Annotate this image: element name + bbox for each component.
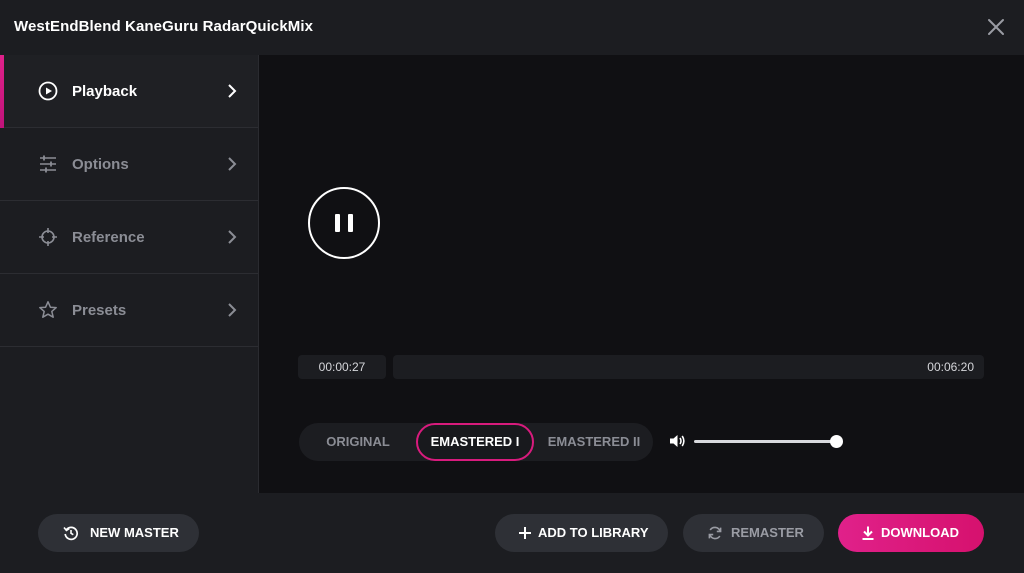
close-button[interactable] bbox=[986, 17, 1006, 37]
download-label: DOWNLOAD bbox=[881, 525, 959, 540]
new-master-button[interactable]: NEW MASTER bbox=[38, 514, 199, 552]
volume-slider[interactable] bbox=[694, 435, 843, 448]
sidebar-item-playback[interactable]: Playback bbox=[0, 55, 258, 128]
sidebar-item-label: Playback bbox=[72, 83, 138, 100]
waveform-bars bbox=[393, 130, 981, 314]
version-emastered-1-button[interactable]: EMASTERED I bbox=[416, 423, 534, 461]
sidebar-item-options[interactable]: Options bbox=[0, 128, 258, 201]
volume-icon[interactable] bbox=[668, 432, 686, 450]
add-to-library-label: ADD TO LIBRARY bbox=[538, 525, 649, 540]
sidebar-item-label: Presets bbox=[72, 302, 127, 319]
add-to-library-button[interactable]: ADD TO LIBRARY bbox=[495, 514, 668, 552]
chevron-right-icon bbox=[228, 303, 237, 317]
current-time: 00:00:27 bbox=[298, 355, 386, 379]
remaster-label: REMASTER bbox=[731, 525, 804, 540]
pause-icon-bar-left bbox=[335, 214, 340, 232]
new-master-label: NEW MASTER bbox=[90, 525, 179, 540]
chevron-right-icon bbox=[228, 157, 237, 171]
pause-button[interactable] bbox=[308, 187, 380, 259]
pause-icon-bar-right bbox=[348, 214, 353, 232]
footer-bar: NEW MASTER ADD TO LIBRARY REMASTER DOWNL… bbox=[0, 493, 1024, 573]
star-icon bbox=[39, 301, 57, 318]
volume-slider-thumb[interactable] bbox=[830, 435, 843, 448]
sliders-icon bbox=[40, 155, 56, 173]
history-icon bbox=[63, 526, 78, 541]
plus-icon bbox=[519, 527, 531, 539]
player-panel: 00:00:27 00:06:20 ORIGINAL EMASTERED I E… bbox=[260, 55, 1024, 493]
version-emastered-2-button[interactable]: EMASTERED II bbox=[535, 423, 653, 461]
refresh-icon bbox=[708, 526, 722, 540]
play-circle-icon bbox=[38, 81, 58, 101]
sidebar-item-label: Reference bbox=[72, 229, 145, 246]
total-time: 00:06:20 bbox=[927, 360, 974, 374]
chevron-right-icon bbox=[228, 230, 237, 244]
download-icon bbox=[862, 526, 874, 540]
seek-bar[interactable]: 00:06:20 bbox=[393, 355, 984, 379]
waveform[interactable] bbox=[390, 125, 990, 315]
version-original-button[interactable]: ORIGINAL bbox=[299, 423, 417, 461]
title-bar: WestEndBlend KaneGuru RadarQuickMix bbox=[0, 0, 1024, 55]
close-icon bbox=[988, 19, 1004, 35]
download-button[interactable]: DOWNLOAD bbox=[838, 514, 984, 552]
chevron-right-icon bbox=[228, 84, 237, 98]
sidebar-item-reference[interactable]: Reference bbox=[0, 201, 258, 274]
sidebar: Playback Options Reference Presets bbox=[0, 55, 259, 493]
crosshair-icon bbox=[39, 228, 57, 246]
remaster-button[interactable]: REMASTER bbox=[683, 514, 824, 552]
sidebar-item-presets[interactable]: Presets bbox=[0, 274, 258, 347]
version-selector: ORIGINAL EMASTERED I EMASTERED II bbox=[299, 423, 653, 461]
window-title: WestEndBlend KaneGuru RadarQuickMix bbox=[14, 18, 314, 35]
sidebar-item-label: Options bbox=[72, 156, 129, 173]
